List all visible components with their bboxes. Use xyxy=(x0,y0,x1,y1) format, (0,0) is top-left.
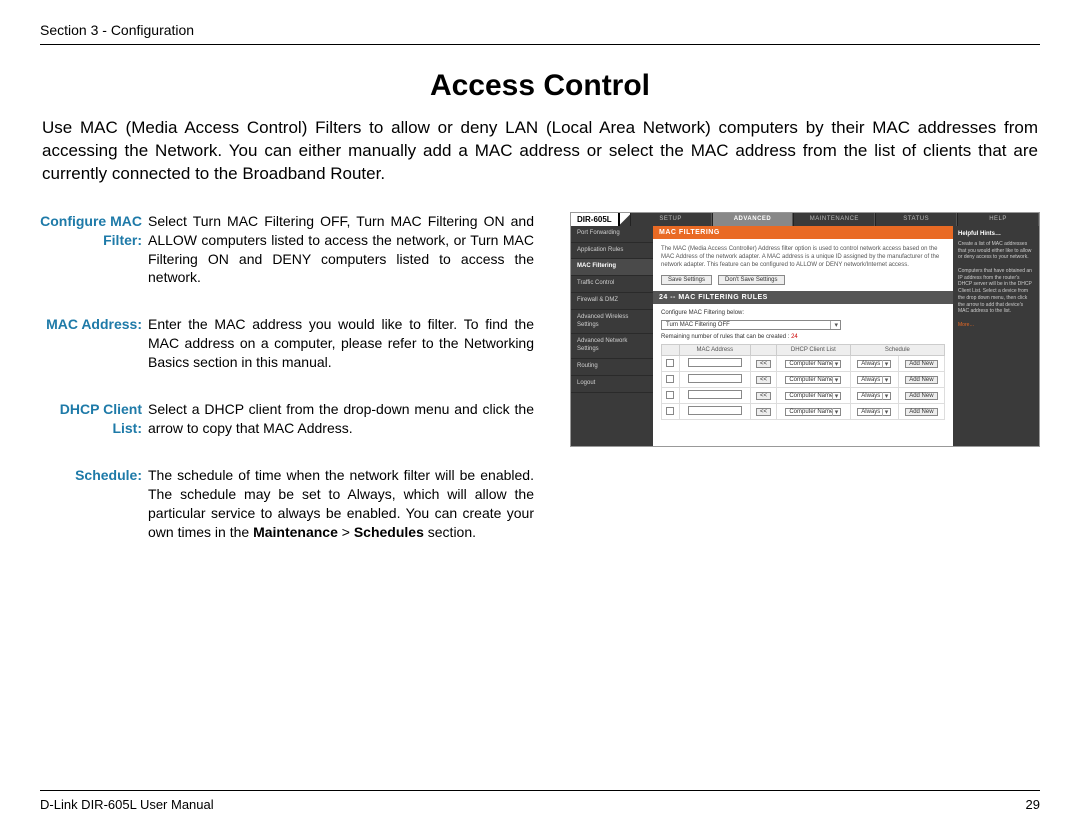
def-bold-maintenance: Maintenance xyxy=(253,524,338,540)
sidebar-item[interactable]: Logout xyxy=(571,376,653,393)
table-row: << Computer Name Always Add New xyxy=(662,388,945,404)
sidebar-item[interactable]: Routing xyxy=(571,359,653,376)
def-desc-post: section. xyxy=(424,524,476,540)
add-new-button[interactable]: Add New xyxy=(905,376,937,384)
sidebar-item[interactable]: Firewall & DMZ xyxy=(571,293,653,310)
def-term: Schedule: xyxy=(40,466,148,542)
mac-input[interactable] xyxy=(688,390,742,399)
th-schedule: Schedule xyxy=(850,345,944,356)
sidebar-item[interactable]: Traffic Control xyxy=(571,276,653,293)
rules-bar: 24 -- MAC FILTERING RULES xyxy=(653,291,953,304)
dhcp-client-select[interactable]: Computer Name xyxy=(785,408,841,416)
dont-save-button[interactable]: Don't Save Settings xyxy=(718,275,785,285)
def-desc: Select Turn MAC Filtering OFF, Turn MAC … xyxy=(148,212,534,288)
add-new-button[interactable]: Add New xyxy=(905,392,937,400)
rules-table: MAC Address DHCP Client List Schedule <<… xyxy=(661,344,945,420)
schedule-select[interactable]: Always xyxy=(857,392,891,400)
router-sidebar: Port Forwarding Application Rules MAC Fi… xyxy=(571,226,653,446)
rules-intro: Configure MAC Filtering below: xyxy=(661,310,945,316)
section-text: The MAC (Media Access Controller) Addres… xyxy=(661,245,945,269)
def-desc: Enter the MAC address you would like to … xyxy=(148,315,534,372)
def-bold-schedules: Schedules xyxy=(354,524,424,540)
add-new-button[interactable]: Add New xyxy=(905,408,937,416)
mac-input[interactable] xyxy=(688,358,742,367)
def-desc: The schedule of time when the network fi… xyxy=(148,466,534,542)
intro-paragraph: Use MAC (Media Access Control) Filters t… xyxy=(42,117,1038,186)
schedule-select[interactable]: Always xyxy=(857,408,891,416)
mac-input[interactable] xyxy=(688,374,742,383)
router-screenshot: DIR-605L SETUP ADVANCED MAINTENANCE STAT… xyxy=(570,212,1040,570)
def-term: Configure MAC Filter: xyxy=(40,212,148,288)
th-blank2 xyxy=(751,345,777,356)
footer-left: D-Link DIR-605L User Manual xyxy=(40,797,214,812)
def-term: MAC Address: xyxy=(40,315,148,372)
sidebar-item[interactable]: Advanced Wireless Settings xyxy=(571,310,653,335)
copy-arrow-button[interactable]: << xyxy=(756,376,771,384)
hints-p1: Create a list of MAC addresses that you … xyxy=(958,241,1034,261)
footer-page: 29 xyxy=(1026,797,1040,812)
tab-setup[interactable]: SETUP xyxy=(630,213,712,226)
section-bar: MAC FILTERING xyxy=(653,226,953,239)
sidebar-item[interactable]: Application Rules xyxy=(571,243,653,260)
router-model: DIR-605L xyxy=(571,213,620,226)
def-mid: > xyxy=(338,524,354,540)
table-row: << Computer Name Always Add New xyxy=(662,372,945,388)
dhcp-client-select[interactable]: Computer Name xyxy=(785,360,841,368)
copy-arrow-button[interactable]: << xyxy=(756,408,771,416)
hints-panel: Helpful Hints… Create a list of MAC addr… xyxy=(953,226,1039,446)
section-header: Section 3 - Configuration xyxy=(40,0,1040,45)
tab-status[interactable]: STATUS xyxy=(875,213,957,226)
copy-arrow-button[interactable]: << xyxy=(756,360,771,368)
row-checkbox[interactable] xyxy=(666,391,674,399)
page-title: Access Control xyxy=(40,69,1040,103)
row-checkbox[interactable] xyxy=(666,359,674,367)
hints-more-link[interactable]: More… xyxy=(958,322,974,328)
table-row: << Computer Name Always Add New xyxy=(662,356,945,372)
schedule-select[interactable]: Always xyxy=(857,376,891,384)
dhcp-client-select[interactable]: Computer Name xyxy=(785,392,841,400)
sidebar-item[interactable]: MAC Filtering xyxy=(571,259,653,276)
definitions-list: Configure MAC Filter: Select Turn MAC Fi… xyxy=(40,212,534,570)
tab-maintenance[interactable]: MAINTENANCE xyxy=(793,213,875,226)
remaining-count: 24 xyxy=(791,334,798,340)
filter-mode-select[interactable]: Turn MAC Filtering OFF xyxy=(661,320,841,330)
row-checkbox[interactable] xyxy=(666,407,674,415)
remaining-label: Remaining number of rules that can be cr… xyxy=(661,334,791,340)
th-blank xyxy=(662,345,680,356)
copy-arrow-button[interactable]: << xyxy=(756,392,771,400)
mac-input[interactable] xyxy=(688,406,742,415)
table-row: << Computer Name Always Add New xyxy=(662,404,945,420)
th-dhcp: DHCP Client List xyxy=(776,345,850,356)
def-term: DHCP Client List: xyxy=(40,400,148,438)
hints-title: Helpful Hints… xyxy=(958,230,1034,238)
hints-p2: Computers that have obtained an IP addre… xyxy=(958,268,1034,315)
row-checkbox[interactable] xyxy=(666,375,674,383)
save-button[interactable]: Save Settings xyxy=(661,275,712,285)
schedule-select[interactable]: Always xyxy=(857,360,891,368)
tab-help[interactable]: HELP xyxy=(957,213,1039,226)
tab-advanced[interactable]: ADVANCED xyxy=(712,213,794,226)
add-new-button[interactable]: Add New xyxy=(905,360,937,368)
sidebar-item[interactable]: Port Forwarding xyxy=(571,226,653,243)
th-mac: MAC Address xyxy=(679,345,751,356)
def-desc: Select a DHCP client from the drop-down … xyxy=(148,400,534,438)
dhcp-client-select[interactable]: Computer Name xyxy=(785,376,841,384)
sidebar-item[interactable]: Advanced Network Settings xyxy=(571,334,653,359)
